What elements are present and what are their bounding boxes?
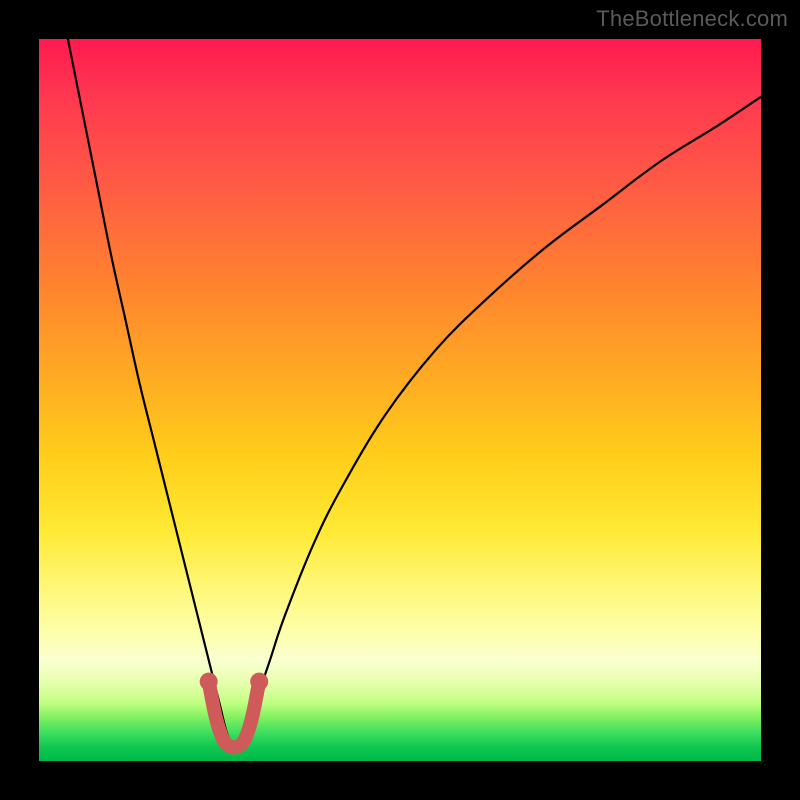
optimal-zone-endpoint xyxy=(200,673,218,691)
curve-layer xyxy=(39,39,761,761)
watermark-text: TheBottleneck.com xyxy=(596,6,788,32)
plot-area xyxy=(39,39,761,761)
bottleneck-curve xyxy=(68,39,761,749)
chart-frame: TheBottleneck.com xyxy=(0,0,800,800)
optimal-zone-curve xyxy=(209,682,260,748)
optimal-zone-endpoint xyxy=(250,673,268,691)
optimal-zone-dots xyxy=(200,673,269,691)
